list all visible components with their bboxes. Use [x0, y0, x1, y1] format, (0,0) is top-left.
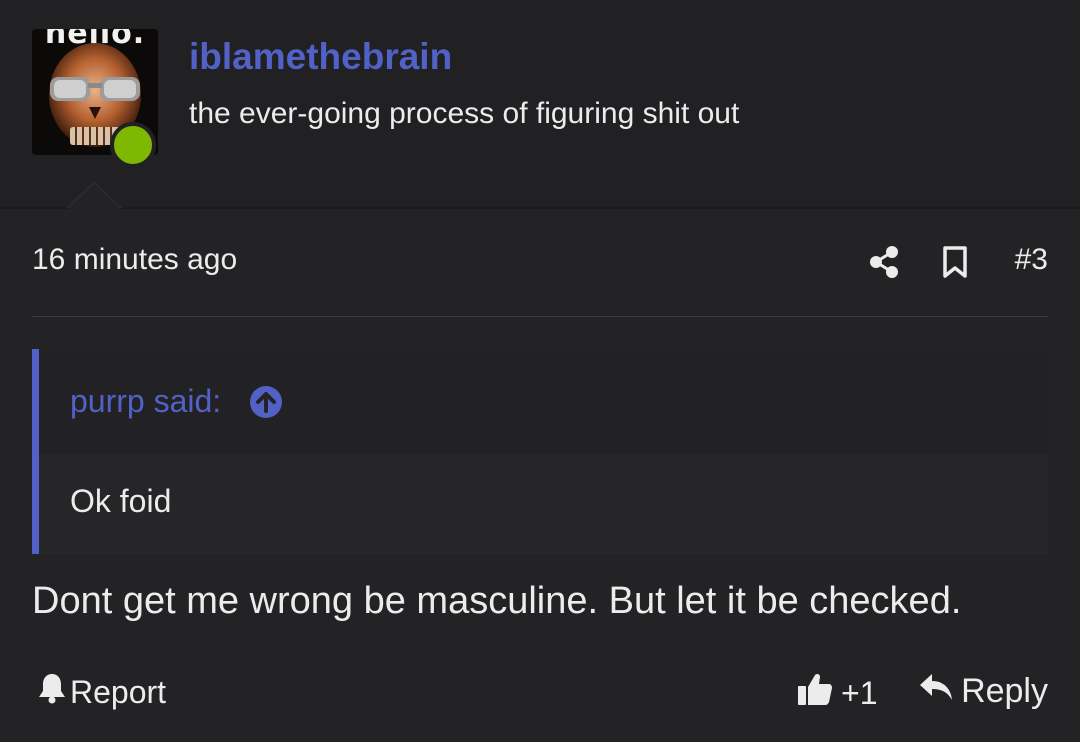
reply-button[interactable]: Reply [919, 672, 1048, 711]
quote-author[interactable]: purrp said: [70, 383, 221, 420]
thumbs-up-icon [797, 672, 833, 714]
post-number[interactable]: #3 [1015, 243, 1048, 277]
arrow-up-circle-icon[interactable] [249, 385, 283, 419]
reaction-count: +1 [841, 674, 878, 711]
avatar-text: hello. [44, 29, 146, 51]
post-meta: 16 minutes ago #3 [32, 243, 1048, 283]
post-author-header: hello. iblamethebrain the ever-going pro… [0, 0, 1080, 209]
quote-header: purrp said: [39, 349, 1048, 453]
report-button[interactable]: Report [38, 672, 166, 712]
report-label: Report [70, 673, 167, 710]
user-custom-title: the ever-going process of figuring shit … [189, 97, 740, 130]
username[interactable]: iblamethebrain [189, 36, 452, 78]
post-message: Dont get me wrong be masculine. But let … [32, 580, 962, 622]
post-timestamp[interactable]: 16 minutes ago [32, 243, 237, 277]
header-pointer-fill [68, 184, 120, 209]
quote-text: Ok foid [70, 483, 172, 519]
share-icon[interactable] [868, 245, 900, 284]
online-status-indicator [110, 122, 156, 168]
divider [32, 316, 1048, 317]
like-button[interactable]: +1 [797, 672, 877, 714]
bookmark-icon[interactable] [942, 245, 968, 284]
post-actions: Report +1 Reply [32, 672, 1048, 718]
reply-label: Reply [961, 672, 1048, 710]
bell-icon [38, 672, 66, 712]
quote-block: purrp said: Ok foid [32, 349, 1048, 554]
reply-arrow-icon [919, 672, 953, 711]
